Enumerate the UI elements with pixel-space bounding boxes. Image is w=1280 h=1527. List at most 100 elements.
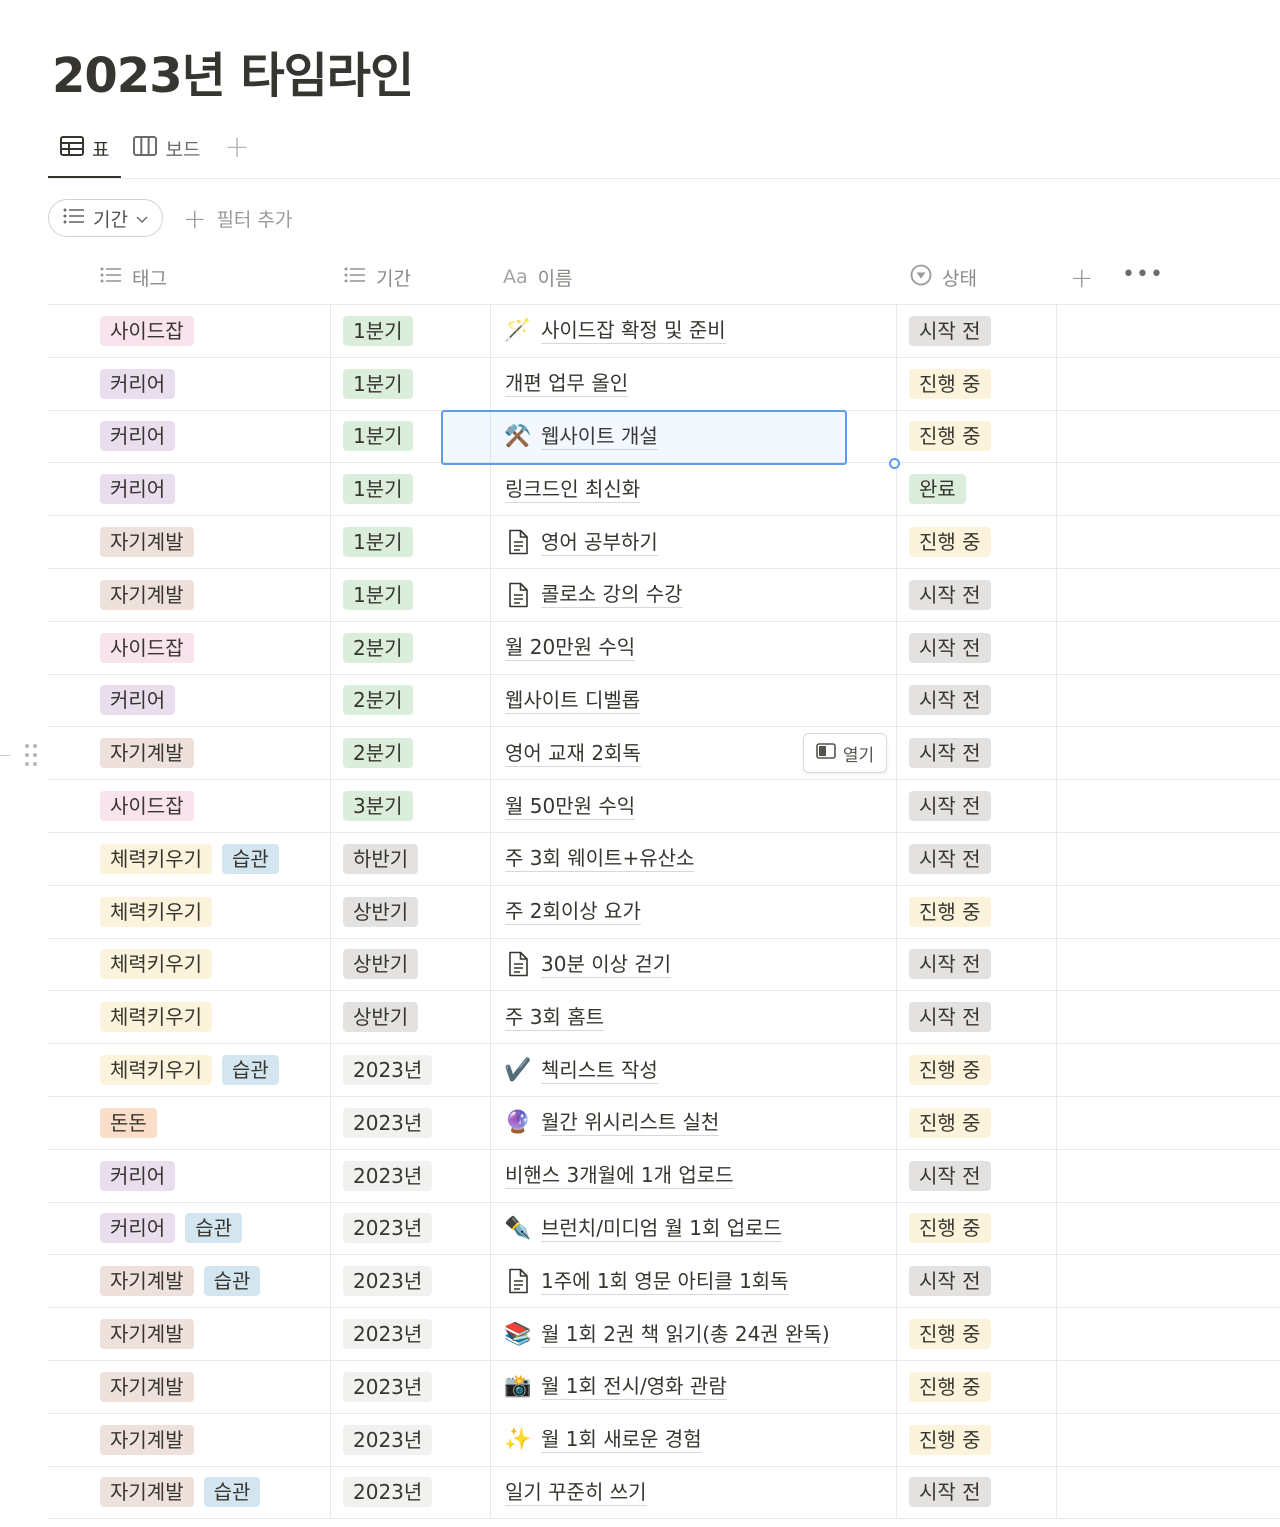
page-title-link[interactable]: 개편 업무 올인 [505,370,629,398]
period-cell[interactable]: 1분기 [330,357,490,410]
tags-cell[interactable]: 체력키우기 [100,886,330,938]
page-title-link[interactable]: 일기 꾸준히 쓰기 [505,1479,647,1506]
tags-cell[interactable]: 사이드잡 [100,780,330,832]
period-cell[interactable]: 2023년 [330,1202,490,1255]
period-cell[interactable]: 2분기 [330,674,490,727]
table-row[interactable]: 자기계발 습관 2023년 일기 꾸준히 쓰기 시작 전 [48,1466,1280,1520]
status-cell[interactable]: 시작 전 [896,674,1056,727]
period-cell[interactable]: 2023년 [330,1149,490,1202]
table-row[interactable]: 사이드잡 3분기 월 50만원 수익 시작 전 [48,780,1280,833]
name-cell[interactable]: 📸 월 1회 전시/영화 관람 [490,1360,896,1413]
tags-cell[interactable]: 자기계발 [100,1414,330,1466]
name-cell[interactable]: 월 50만원 수익 [490,780,896,832]
tags-cell[interactable]: 체력키우기 [100,991,330,1043]
page-title-link[interactable]: 첵리스트 작성 [541,1057,658,1084]
period-cell[interactable]: 2023년 [330,1044,490,1096]
open-page-button[interactable]: 열기 [803,733,887,773]
period-cell[interactable]: 상반기 [330,991,490,1044]
tags-cell[interactable]: 자기계발 습관 [100,1255,330,1307]
header-status[interactable]: 상태 [910,250,977,304]
header-period[interactable]: 기간 [344,250,411,304]
page-title-link[interactable]: 월 20만원 수익 [505,634,636,662]
selection-resize-handle[interactable] [889,458,900,469]
tags-cell[interactable]: 자기계발 [100,1308,330,1360]
tags-cell[interactable]: 자기계발 [100,1361,330,1413]
status-cell[interactable]: 시작 전 [896,780,1056,832]
name-cell[interactable]: ✔️ 첵리스트 작성 [490,1044,896,1096]
name-cell[interactable]: 영어 공부하기 [490,516,896,568]
tags-cell[interactable]: 사이드잡 [100,305,330,357]
header-tags[interactable]: 태그 [100,250,167,304]
table-row[interactable]: 사이드잡 2분기 월 20만원 수익 시작 전 [48,621,1280,675]
status-cell[interactable]: 시작 전 [896,1255,1056,1308]
page-title-link[interactable]: 브런치/미디엄 월 1회 업로드 [541,1215,782,1242]
sort-pill[interactable]: 기간 [48,199,163,237]
period-cell[interactable]: 2023년 [330,1413,490,1466]
page-title-link[interactable]: 비핸스 3개월에 1개 업로드 [505,1162,734,1190]
add-filter-button[interactable]: + 필터 추가 [183,202,292,235]
name-cell[interactable]: ✒️ 브런치/미디엄 월 1회 업로드 [490,1202,896,1255]
status-cell[interactable]: 시작 전 [896,305,1056,357]
name-cell[interactable]: 🪄 사이드잡 확정 및 준비 [490,305,896,357]
tags-cell[interactable]: 체력키우기 습관 [100,833,330,885]
period-cell[interactable]: 3분기 [330,780,490,832]
status-cell[interactable]: 완료 [896,463,1056,516]
page-title-link[interactable]: 월 1회 새로운 경험 [541,1426,702,1454]
status-cell[interactable]: 시작 전 [896,991,1056,1044]
name-cell[interactable]: 비핸스 3개월에 1개 업로드 [490,1149,896,1202]
page-title-link[interactable]: 링크드인 최신화 [505,476,641,503]
period-cell[interactable]: 2023년 [330,1360,490,1413]
page-title-link[interactable]: 월 1회 전시/영화 관람 [541,1373,727,1401]
table-row[interactable]: 커리어 습관 2023년 ✒️ 브런치/미디엄 월 1회 업로드 진행 중 [48,1202,1280,1256]
tags-cell[interactable]: 커리어 습관 [100,1203,330,1255]
tags-cell[interactable]: 체력키우기 [100,939,330,991]
name-cell[interactable]: 🔮 월간 위시리스트 실천 [490,1096,896,1149]
status-cell[interactable]: 진행 중 [896,1360,1056,1413]
name-cell[interactable]: 링크드인 최신화 [490,463,896,516]
name-cell[interactable]: 주 3회 홈트 [490,991,896,1044]
period-cell[interactable]: 2분기 [330,727,490,780]
name-cell[interactable]: 콜로소 강의 수강 [490,568,896,621]
tags-cell[interactable]: 돈돈 [100,1097,330,1149]
tags-cell[interactable]: 자기계발 [100,569,330,621]
name-cell[interactable]: 웹사이트 디벨롭 [490,674,896,727]
period-cell[interactable]: 하반기 [330,832,490,885]
period-cell[interactable]: 1분기 [330,568,490,621]
name-cell[interactable]: 월 20만원 수익 [490,621,896,674]
page-title-link[interactable]: 주 2회이상 요가 [505,898,641,926]
page-title-link[interactable]: 월간 위시리스트 실천 [541,1109,720,1137]
table-row[interactable]: 커리어 1분기 링크드인 최신화 완료 [48,463,1280,517]
status-cell[interactable]: 시작 전 [896,621,1056,674]
page-title-link[interactable]: 주 3회 웨이트+유산소 [505,845,695,873]
table-row[interactable]: 체력키우기 상반기 30분 이상 걷기 시작 전 [48,938,1280,992]
period-cell[interactable]: 1분기 [330,305,490,357]
name-cell[interactable]: 일기 꾸준히 쓰기 [490,1466,896,1519]
period-cell[interactable]: 2분기 [330,621,490,674]
page-title-link[interactable]: 웹사이트 디벨롭 [505,687,641,714]
page-title-link[interactable]: 영어 공부하기 [541,529,658,556]
tags-cell[interactable]: 사이드잡 [100,622,330,674]
status-cell[interactable]: 진행 중 [896,410,1056,463]
status-cell[interactable]: 시작 전 [896,938,1056,991]
period-cell[interactable]: 2023년 [330,1308,490,1360]
page-title-link[interactable]: 30분 이상 걷기 [541,951,672,978]
name-cell[interactable]: 30분 이상 걷기 [490,938,896,991]
status-cell[interactable]: 시작 전 [896,1149,1056,1202]
period-cell[interactable]: 상반기 [330,938,490,991]
name-cell[interactable]: ✨ 월 1회 새로운 경험 [490,1413,896,1466]
status-cell[interactable]: 진행 중 [896,1096,1056,1149]
table-row[interactable]: 체력키우기 습관 2023년 ✔️ 첵리스트 작성 진행 중 [48,1044,1280,1097]
more-options-icon[interactable]: ••• [1122,262,1164,287]
period-cell[interactable]: 2023년 [330,1096,490,1149]
table-row[interactable]: 체력키우기 상반기 주 3회 홈트 시작 전 [48,991,1280,1045]
page-title-link[interactable]: 1주에 1회 영문 아티클 1회독 [541,1268,789,1295]
page-title-link[interactable]: 사이드잡 확정 및 준비 [541,317,726,345]
tags-cell[interactable]: 커리어 [100,1150,330,1202]
tags-cell[interactable]: 체력키우기 습관 [100,1044,330,1096]
page-title-link[interactable]: 월 1회 2권 책 읽기(총 24권 완독) [541,1321,830,1348]
period-cell[interactable]: 2023년 [330,1466,490,1519]
status-cell[interactable]: 진행 중 [896,357,1056,410]
period-cell[interactable]: 1분기 [330,516,490,568]
period-cell[interactable]: 2023년 [330,1255,490,1308]
table-row[interactable]: 자기계발 1분기 영어 공부하기 진행 중 [48,516,1280,569]
